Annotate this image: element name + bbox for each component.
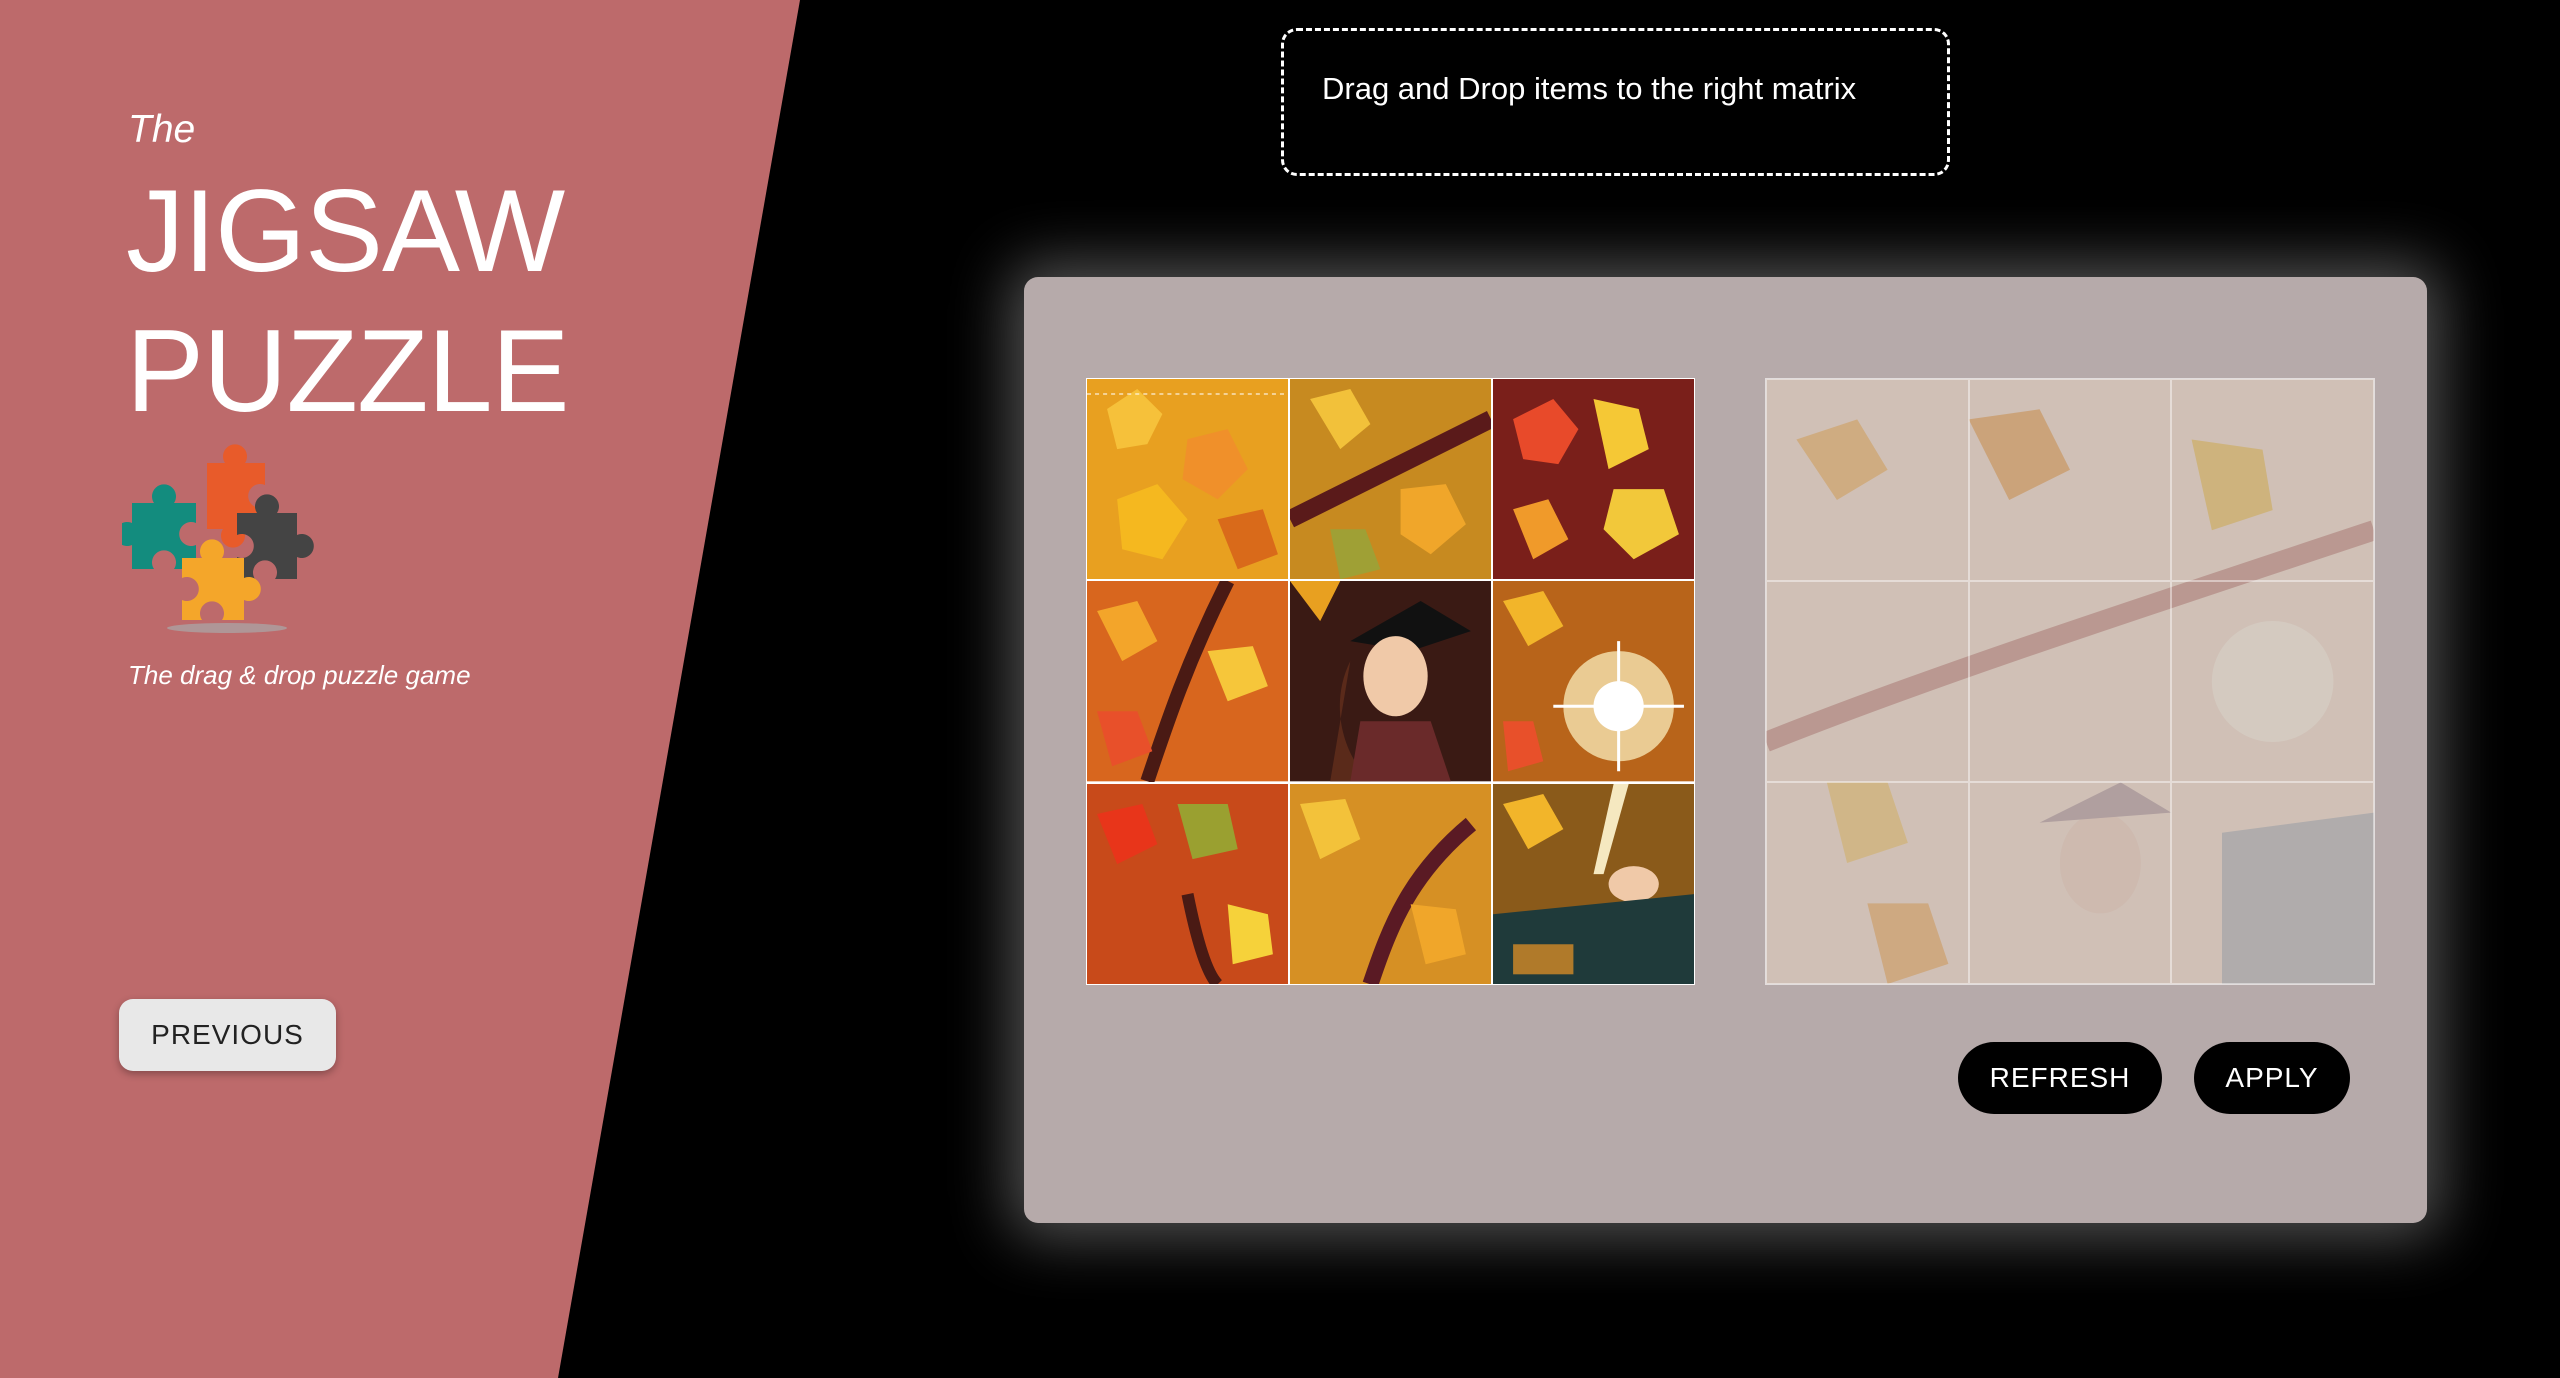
target-cell-4[interactable]: [1766, 580, 1969, 783]
target-cell-8[interactable]: [1968, 782, 2172, 984]
puzzle-piece-6[interactable]: [1493, 581, 1694, 782]
pieces-grid: [1086, 378, 1695, 985]
target-cell-6[interactable]: [2171, 580, 2374, 783]
target-cell-9[interactable]: [2171, 782, 2374, 984]
apply-button[interactable]: APPLY: [2194, 1042, 2350, 1114]
puzzle-piece-9[interactable]: [1493, 783, 1694, 984]
tagline: The drag & drop puzzle game: [128, 660, 471, 690]
target-cell-3[interactable]: [2171, 379, 2374, 581]
target-cell-2[interactable]: [1968, 379, 2172, 581]
puzzle-piece-4[interactable]: [1087, 581, 1288, 782]
puzzle-piece-5[interactable]: [1290, 581, 1491, 782]
target-cell-5[interactable]: [1968, 580, 2172, 783]
instruction-box: Drag and Drop items to the right matrix: [1281, 28, 1950, 176]
target-matrix[interactable]: [1765, 378, 2375, 985]
title-puzzle: PUZZLE: [126, 305, 570, 436]
puzzle-piece-7[interactable]: [1087, 783, 1288, 984]
target-cell-1[interactable]: [1766, 379, 1969, 581]
jigsaw-pieces-icon: [115, 438, 332, 638]
refresh-button[interactable]: REFRESH: [1958, 1042, 2162, 1114]
title-jigsaw: JIGSAW: [126, 165, 565, 296]
puzzle-piece-8[interactable]: [1290, 783, 1491, 984]
previous-button[interactable]: PREVIOUS: [119, 999, 336, 1071]
puzzle-piece-1[interactable]: [1087, 379, 1288, 580]
puzzle-piece-2[interactable]: [1290, 379, 1491, 580]
title-prefix: The: [128, 108, 196, 151]
target-cell-7[interactable]: [1766, 782, 1969, 984]
puzzle-board: REFRESH APPLY: [1024, 277, 2427, 1223]
instruction-text: Drag and Drop items to the right matrix: [1322, 71, 1857, 106]
puzzle-piece-3[interactable]: [1493, 379, 1694, 580]
